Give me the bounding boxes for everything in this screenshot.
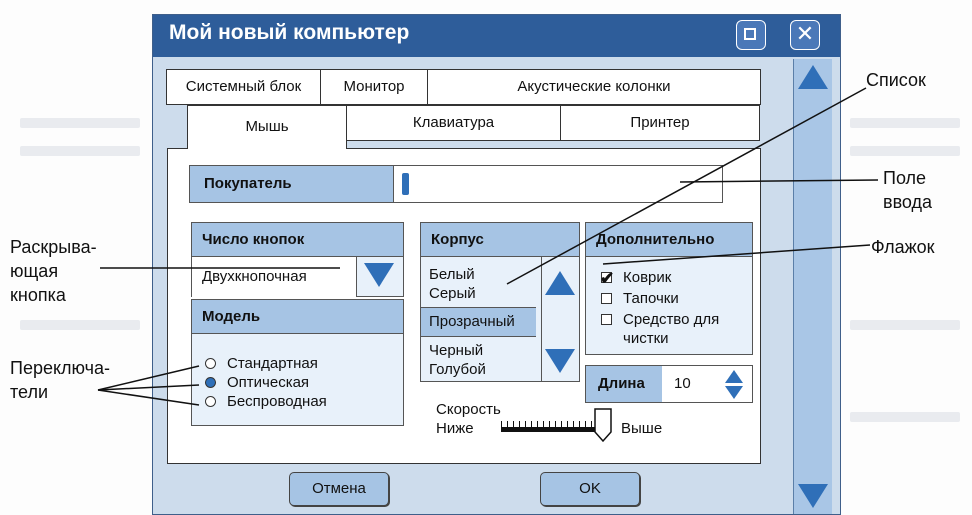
callout-line-checkbox (602, 244, 871, 265)
callout-lines (97, 87, 879, 406)
callout-line-radio-3 (97, 389, 200, 406)
callout-line-list (506, 87, 867, 285)
tab-mouse[interactable]: Мышь (187, 105, 347, 149)
callout-line-input (679, 179, 879, 183)
